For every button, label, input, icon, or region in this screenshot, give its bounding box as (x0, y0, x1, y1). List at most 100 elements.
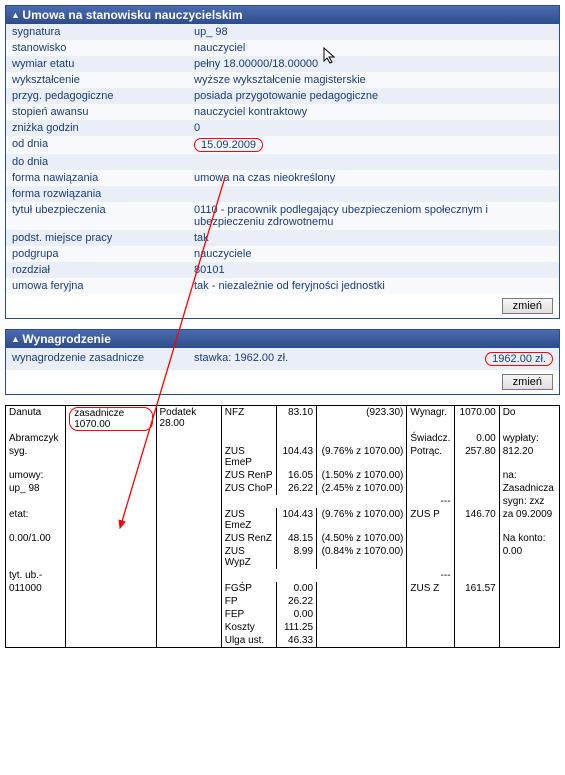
cell: 146.70 (454, 508, 499, 532)
wynagr-label: Wynagr. (407, 406, 454, 433)
kv-value: nauczyciele (188, 246, 559, 262)
cell: --- (407, 569, 454, 582)
kv-key: od dnia (6, 136, 188, 154)
kv-value (188, 186, 559, 202)
cell: (0.84% z 1070.00) (317, 545, 407, 569)
cell (317, 595, 407, 608)
cell: FEP (221, 608, 276, 621)
kv-value: nauczyciel (188, 40, 559, 56)
calc-table: Danutazasadnicze 1070.00Podatek 28.00NFZ… (5, 405, 560, 648)
cell: ZUS Z (407, 582, 454, 595)
kv-value: 15.09.2009 (188, 136, 559, 154)
cell (156, 495, 221, 508)
cell (454, 621, 499, 634)
cell (454, 469, 499, 482)
cell: ZUS RenZ (221, 532, 276, 545)
cell (407, 532, 454, 545)
cell (407, 469, 454, 482)
cell: ZUS EmeP (221, 445, 276, 469)
cell: wypłaty: (499, 432, 559, 445)
wynagrodzenie-change-button[interactable]: zmień (502, 374, 553, 390)
kv-value: pełny 18.00000/18.00000 (188, 56, 559, 72)
kv-key: umowa feryjna (6, 278, 188, 294)
cell: Potrąc. (407, 445, 454, 469)
cell (454, 595, 499, 608)
cell (6, 595, 66, 608)
cell: sygn: zxz (499, 495, 559, 508)
cell: 812.20 (499, 445, 559, 469)
cell (156, 469, 221, 482)
cell (407, 595, 454, 608)
wynagrodzenie-key: wynagrodzenie zasadnicze (6, 348, 188, 370)
cell (317, 582, 407, 595)
cell (454, 482, 499, 495)
umowa-change-button[interactable]: zmień (502, 298, 553, 314)
dowyp: Do (499, 406, 559, 433)
cell (221, 432, 276, 445)
cell (156, 532, 221, 545)
cell: FGŚP (221, 582, 276, 595)
cell (156, 582, 221, 595)
umowa-panel: Umowa na stanowisku nauczycielskim sygna… (5, 5, 560, 319)
cell: Abramczyk (6, 432, 66, 445)
cell: na: (499, 469, 559, 482)
cell (454, 608, 499, 621)
kv-key: forma nawiązania (6, 170, 188, 186)
cell (6, 621, 66, 634)
cell (156, 569, 221, 582)
cell: 011000 (6, 582, 66, 595)
kv-key: forma rozwiązania (6, 186, 188, 202)
cell: (2.45% z 1070.00) (317, 482, 407, 495)
employee-name: Danuta (6, 406, 66, 433)
cell (156, 482, 221, 495)
nfz-label: NFZ (221, 406, 276, 433)
cell (499, 621, 559, 634)
cell: (4.50% z 1070.00) (317, 532, 407, 545)
cell (499, 634, 559, 648)
wynagrodzenie-value: 1962.00 zł. (485, 352, 553, 366)
cell: (1.50% z 1070.00) (317, 469, 407, 482)
cell: 0.00 (499, 545, 559, 569)
cell: Ulga ust. (221, 634, 276, 648)
cell: tyt. ub.- (6, 569, 66, 582)
cell (66, 634, 156, 648)
wynagrodzenie-header[interactable]: Wynagrodzenie (6, 330, 559, 348)
cell: 48.15 (276, 532, 316, 545)
umowa-header[interactable]: Umowa na stanowisku nauczycielskim (6, 6, 559, 24)
kv-value: umowa na czas nieokreślony (188, 170, 559, 186)
cell (66, 432, 156, 445)
cell (66, 532, 156, 545)
cell (454, 545, 499, 569)
cell: 46.33 (276, 634, 316, 648)
cell: 104.43 (276, 445, 316, 469)
kv-value (188, 154, 559, 170)
cell: Na konto: (499, 532, 559, 545)
cell: 257.80 (454, 445, 499, 469)
cell: Koszty (221, 621, 276, 634)
cell (407, 634, 454, 648)
podatek: Podatek 28.00 (156, 406, 221, 433)
cell (156, 545, 221, 569)
cell: 16.05 (276, 469, 316, 482)
cell: --- (407, 495, 454, 508)
cell: Zasadnicza (499, 482, 559, 495)
cell: 26.22 (276, 595, 316, 608)
cell (156, 445, 221, 469)
cell (407, 621, 454, 634)
cell: umowy: (6, 469, 66, 482)
cell: 0.00/1.00 (6, 532, 66, 545)
cell: ZUS WypZ (221, 545, 276, 569)
cell: ZUS P (407, 508, 454, 532)
wynagrodzenie-stawka: stawka: 1962.00 zł. (188, 348, 400, 370)
kv-key: wymiar etatu (6, 56, 188, 72)
cell (156, 595, 221, 608)
cell: 111.25 (276, 621, 316, 634)
cell (454, 569, 499, 582)
cell: ZUS RenP (221, 469, 276, 482)
cell (6, 634, 66, 648)
cell (66, 582, 156, 595)
cell: 8.99 (276, 545, 316, 569)
kv-value: nauczyciel kontraktowy (188, 104, 559, 120)
cell (221, 569, 407, 582)
cell: (9.76% z 1070.00) (317, 508, 407, 532)
